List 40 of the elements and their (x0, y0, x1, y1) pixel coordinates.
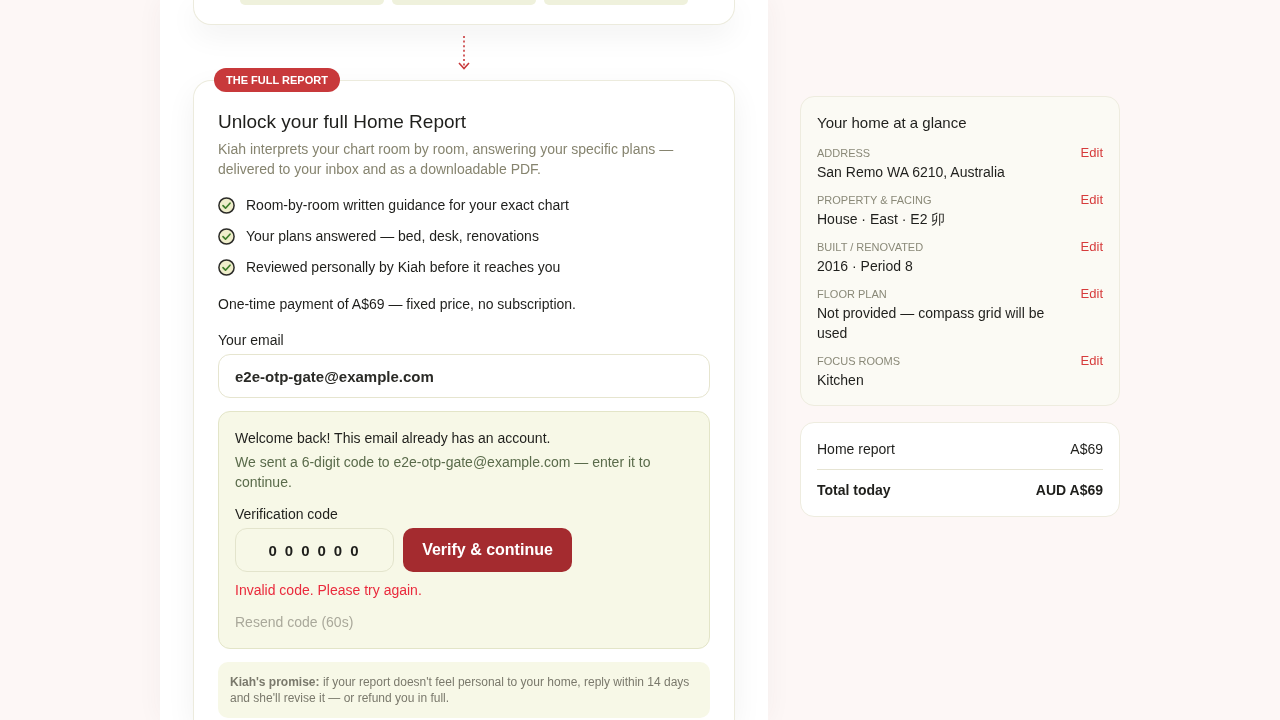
feature-text: Reviewed personally by Kiah before it reaches you (246, 258, 561, 277)
feature-text: Room-by-room written guidance for your exact chart (246, 196, 569, 215)
edit-link[interactable]: Edit (1080, 193, 1103, 229)
line-item-label: Home report (817, 440, 895, 459)
line-item-amount: A$69 (1070, 440, 1103, 459)
field-label: FLOOR PLAN (817, 287, 888, 301)
report-description: Kiah interprets your chart room by room, answering your specific plans — delivered to your inbox and as a downloadable PDF. (218, 140, 675, 179)
field-value: Not provided — compass grid will be used (817, 304, 1046, 343)
total-label: Total today (817, 481, 891, 500)
feature-text: Your plans answered — bed, desk, renovations (246, 227, 539, 246)
code-field[interactable]: 000000 (235, 528, 394, 572)
check-icon (218, 196, 235, 214)
glance-title: Your home at a glance (817, 113, 968, 133)
edit-link[interactable]: Edit (1080, 354, 1103, 390)
error-message: Invalid code. Please try again. (235, 581, 423, 600)
field-label: ADDRESS (817, 146, 872, 160)
field-value: Kitchen (817, 371, 865, 390)
welcome-message: Welcome back! This email already has an account. (235, 429, 552, 448)
field-label: FOCUS ROOMS (817, 354, 902, 368)
verify-button[interactable]: Verify & continue (403, 528, 572, 572)
total-amount: AUD A$69 (1035, 481, 1103, 500)
down-arrow-icon (458, 36, 470, 70)
section-badge: THE FULL REPORT (214, 68, 340, 92)
edit-link[interactable]: Edit (1080, 240, 1103, 276)
field-value: House · East · E2 卯 (817, 210, 947, 229)
edit-link[interactable]: Edit (1080, 146, 1103, 182)
check-icon (218, 227, 235, 245)
field-value: 2016 · Period 8 (817, 257, 914, 276)
field-label: BUILT / RENOVATED (817, 240, 925, 254)
field-value: San Remo WA 6210, Australia (817, 163, 1006, 182)
report-title: Unlock your full Home Report (218, 110, 468, 134)
email-label: Your email (218, 331, 285, 350)
promise-text: Kiah's promise: if your report doesn't feel personal to your home, reply within 14 days and she'll revise it — or refund you in full. (230, 674, 691, 706)
code-sent-message: We sent a 6-digit code to e2e-otp-gate@example.com — enter it to continue. (235, 453, 652, 492)
field-label: PROPERTY & FACING (817, 193, 933, 207)
edit-link[interactable]: Edit (1080, 287, 1103, 343)
code-label: Verification code (235, 505, 339, 524)
price-note: One-time payment of A$69 — fixed price, no subscription. (218, 295, 577, 314)
check-icon (218, 258, 235, 276)
email-field[interactable]: e2e-otp-gate@example.com (218, 354, 710, 398)
